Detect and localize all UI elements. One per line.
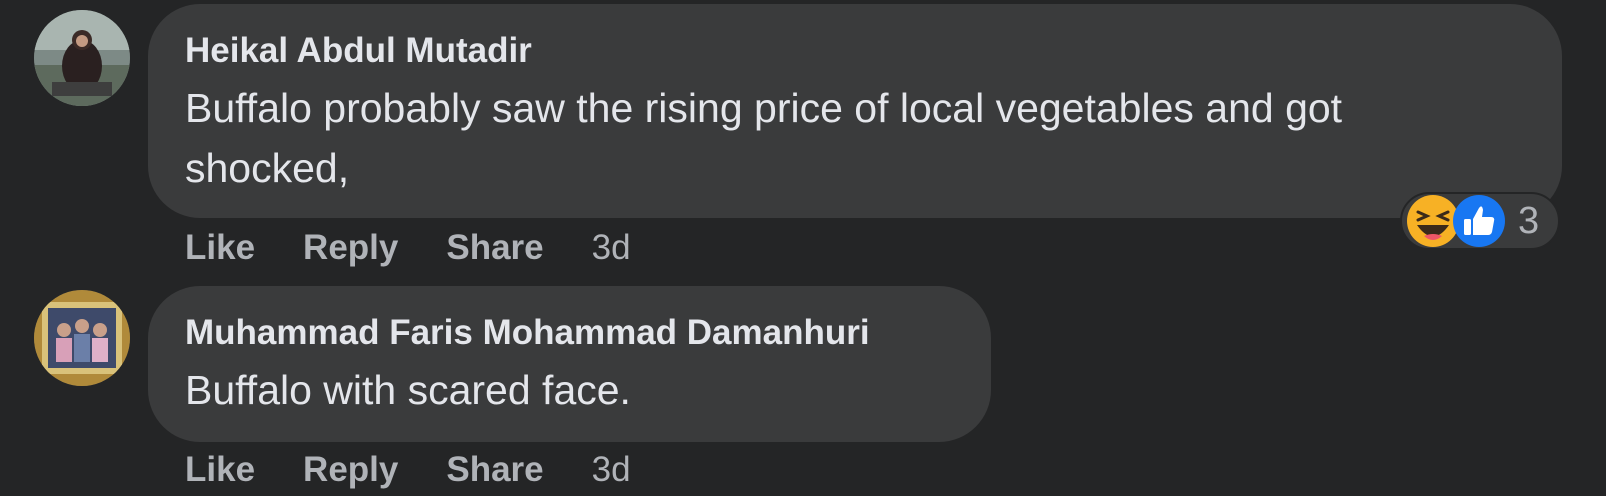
avatar[interactable] [34, 290, 130, 386]
comment-text-line: Buffalo with scared face. [185, 367, 631, 413]
like-button[interactable]: Like [185, 228, 255, 268]
comment-actions: Like Reply Share 3d [185, 228, 631, 268]
reply-button[interactable]: Reply [303, 450, 398, 490]
comment-timestamp[interactable]: 3d [592, 450, 631, 490]
comment-text-line: shocked, [185, 145, 350, 191]
comment-author[interactable]: Muhammad Faris Mohammad Damanhuri [185, 313, 870, 353]
comment-text-line: Buffalo probably saw the rising price of… [185, 85, 1343, 131]
avatar-photo [34, 290, 130, 386]
like-button[interactable]: Like [185, 450, 255, 490]
reply-button[interactable]: Reply [303, 228, 398, 268]
comment-actions: Like Reply Share 3d [185, 450, 631, 490]
comment-author[interactable]: Heikal Abdul Mutadir [185, 31, 532, 71]
like-icon [1452, 194, 1506, 248]
avatar[interactable] [34, 10, 130, 106]
avatar-photo [34, 10, 130, 106]
comment-timestamp[interactable]: 3d [592, 228, 631, 268]
comments-section: Heikal Abdul Mutadir Buffalo probably sa… [0, 0, 1606, 496]
reaction-summary[interactable]: 3 [1400, 192, 1560, 250]
share-button[interactable]: Share [446, 228, 543, 268]
share-button[interactable]: Share [446, 450, 543, 490]
reaction-count: 3 [1518, 199, 1540, 242]
